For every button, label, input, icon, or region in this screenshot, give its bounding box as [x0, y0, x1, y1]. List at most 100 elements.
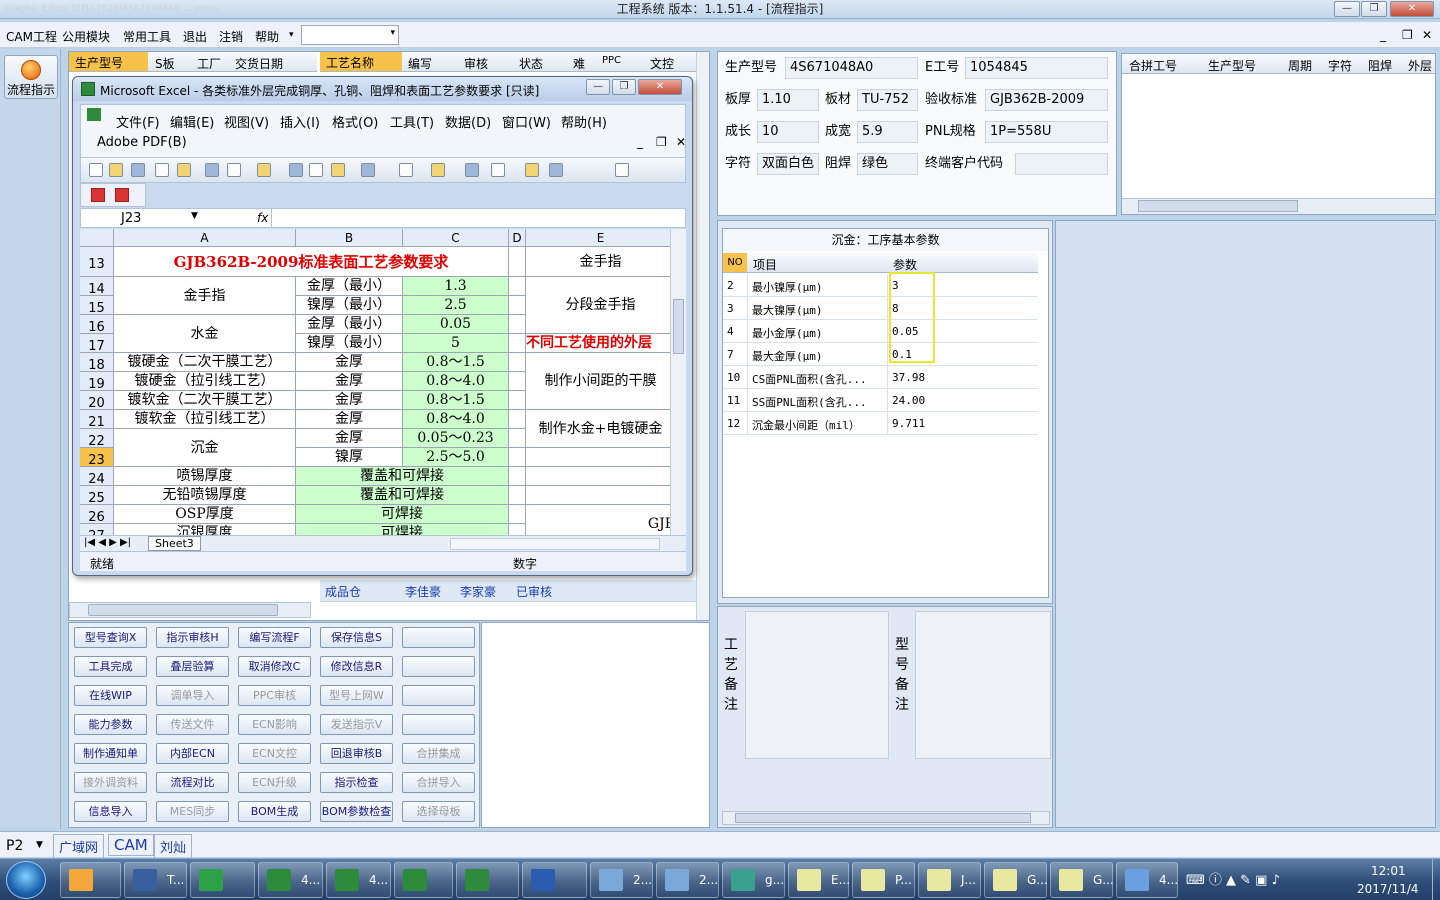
action-button[interactable]: 内部ECN [156, 743, 229, 764]
e-no-field[interactable]: 1054845 [965, 57, 1108, 79]
col-reviewer[interactable]: 审核 [464, 55, 488, 72]
cell-a[interactable]: 镀软金（拉引线工艺） [114, 410, 296, 429]
cell-c[interactable]: 0.8～1.5 [403, 391, 509, 410]
col-s-board[interactable]: S板 [155, 55, 175, 72]
excel-vscroll[interactable] [670, 229, 686, 535]
row-header[interactable]: 26 [80, 505, 114, 525]
cell-c[interactable]: 0.8～4.0 [403, 410, 509, 429]
action-button[interactable]: BOM生成 [238, 801, 311, 822]
action-button[interactable]: 回退审核B [320, 743, 393, 764]
cell-bc[interactable]: 可焊接 [296, 524, 509, 535]
cell-a[interactable]: 镀软金（二次干膜工艺） [114, 391, 296, 410]
row-header[interactable]: 15 [80, 296, 114, 316]
horizontal-scrollbar[interactable] [69, 602, 311, 618]
col-value[interactable]: 参数 [893, 256, 917, 273]
cell-b[interactable]: 镍厚 [296, 448, 403, 467]
module-combo[interactable]: ▾ [301, 25, 399, 45]
cell-b[interactable]: 金厚 [296, 353, 403, 372]
cell[interactable] [509, 505, 526, 524]
row-header[interactable]: 25 [80, 486, 114, 506]
taskbar-item[interactable]: 2... [656, 862, 719, 898]
action-button[interactable]: 合拼集成 [402, 743, 475, 764]
action-button[interactable]: 型号查询X [74, 627, 147, 648]
row-header[interactable]: 20 [80, 391, 114, 411]
format-painter-icon[interactable] [361, 163, 375, 177]
taskbar-item[interactable] [394, 862, 453, 898]
cell[interactable] [526, 448, 676, 467]
cell[interactable] [509, 486, 526, 505]
spell-icon[interactable] [227, 163, 241, 177]
cell-e[interactable]: 制作小间距的干膜 [526, 353, 676, 410]
cell[interactable] [509, 372, 526, 391]
cell-b[interactable]: 镍厚（最小） [296, 334, 403, 353]
cell-a[interactable]: 无铅喷锡厚度 [114, 486, 296, 505]
cut-icon[interactable] [289, 163, 303, 177]
new-icon[interactable] [89, 163, 103, 177]
taskbar-item[interactable]: 4... [1116, 862, 1178, 898]
menu-help[interactable]: 帮助 [255, 28, 279, 45]
cell-c[interactable]: 0.8～4.0 [403, 372, 509, 391]
cell[interactable] [526, 486, 676, 505]
col-delivery-date[interactable]: 交货日期 [235, 55, 283, 72]
cell-a[interactable]: 金手指 [114, 277, 296, 315]
taskbar-item[interactable]: E... [788, 862, 850, 898]
cell[interactable] [509, 315, 526, 334]
sum-icon[interactable] [491, 163, 505, 177]
param-row[interactable]: 10 CS面PNL面积(含孔... 37.98 [723, 366, 1038, 389]
cell-b[interactable]: 金厚 [296, 410, 403, 429]
action-button[interactable]: 选择母板 [402, 801, 475, 822]
sheet-title-cell[interactable]: GJB362B-2009标准表面工艺参数要求 [114, 247, 509, 277]
cell[interactable] [509, 467, 526, 486]
vertical-scrollbar[interactable] [696, 52, 709, 620]
cell-a[interactable]: 镀硬金（拉引线工艺） [114, 372, 296, 391]
excel-menu-window[interactable]: 窗口(W) [502, 112, 551, 131]
excel-menu-edit[interactable]: 编辑(E) [170, 112, 214, 131]
cell[interactable] [509, 247, 526, 277]
taskbar-item[interactable]: T... [124, 862, 187, 898]
tab-wan[interactable]: 广域网 [53, 834, 105, 859]
action-button[interactable]: 编写流程F [238, 627, 311, 648]
proc-note-textarea[interactable] [745, 611, 889, 759]
model-note-textarea[interactable] [915, 611, 1051, 759]
cell-c[interactable]: 0.05～0.23 [403, 429, 509, 448]
row-header[interactable]: 27 [80, 524, 114, 535]
cell-b[interactable]: 镍厚（最小） [296, 296, 403, 315]
mask-field[interactable]: 绿色 [857, 153, 918, 175]
action-button[interactable]: 流程对比 [156, 772, 229, 793]
clock-date[interactable]: 2017/11/4 [1357, 882, 1419, 896]
action-button[interactable]: 在线WIP [74, 685, 147, 706]
taskbar-item[interactable] [60, 862, 121, 898]
pdf-mail-icon[interactable] [115, 188, 129, 202]
notes-hscroll[interactable] [722, 811, 1050, 825]
cell[interactable] [509, 296, 526, 315]
row-header[interactable]: 24 [80, 467, 114, 487]
sheet-tab[interactable]: Sheet3 [148, 536, 201, 551]
row-header[interactable]: 13 [80, 247, 114, 277]
p2-selector[interactable]: P2 [6, 838, 23, 854]
print-icon[interactable] [177, 163, 191, 177]
action-button[interactable]: 接外调资料 [74, 772, 147, 793]
excel-menu-format[interactable]: 格式(O) [332, 112, 378, 131]
sheet-nav-icon[interactable]: |◀ ◀ ▶ ▶| [84, 537, 131, 548]
col-doc-control[interactable]: 文控 [650, 55, 674, 72]
excel-vscroll-thumb[interactable] [673, 299, 684, 354]
param-row[interactable]: 11 SS面PNL面积(含孔... 24.00 [723, 389, 1038, 412]
excel-hscroll[interactable] [450, 538, 660, 550]
material-field[interactable]: TU-752 [857, 89, 918, 111]
col-ppc[interactable]: PPC [602, 55, 621, 66]
action-button[interactable]: 保存信息S [320, 627, 393, 648]
cell-e[interactable]: GJB [526, 505, 676, 535]
start-button-icon[interactable] [6, 861, 46, 899]
action-button[interactable]: 取消修改C [238, 656, 311, 677]
col-no[interactable]: NO [723, 253, 747, 272]
action-button[interactable]: 发送指示V [320, 714, 393, 735]
col-status[interactable]: 状态 [519, 55, 543, 72]
col-factory[interactable]: 工厂 [197, 55, 221, 72]
mdi-minimize-button[interactable]: _ [1380, 28, 1386, 42]
action-button[interactable]: ECN升级 [238, 772, 311, 793]
cell[interactable] [526, 467, 676, 486]
name-box[interactable]: J23 [121, 211, 141, 226]
cell-b[interactable]: 金厚（最小） [296, 277, 403, 296]
cell-e[interactable]: 金手指 [526, 247, 676, 277]
cell-c[interactable]: 0.05 [403, 315, 509, 334]
